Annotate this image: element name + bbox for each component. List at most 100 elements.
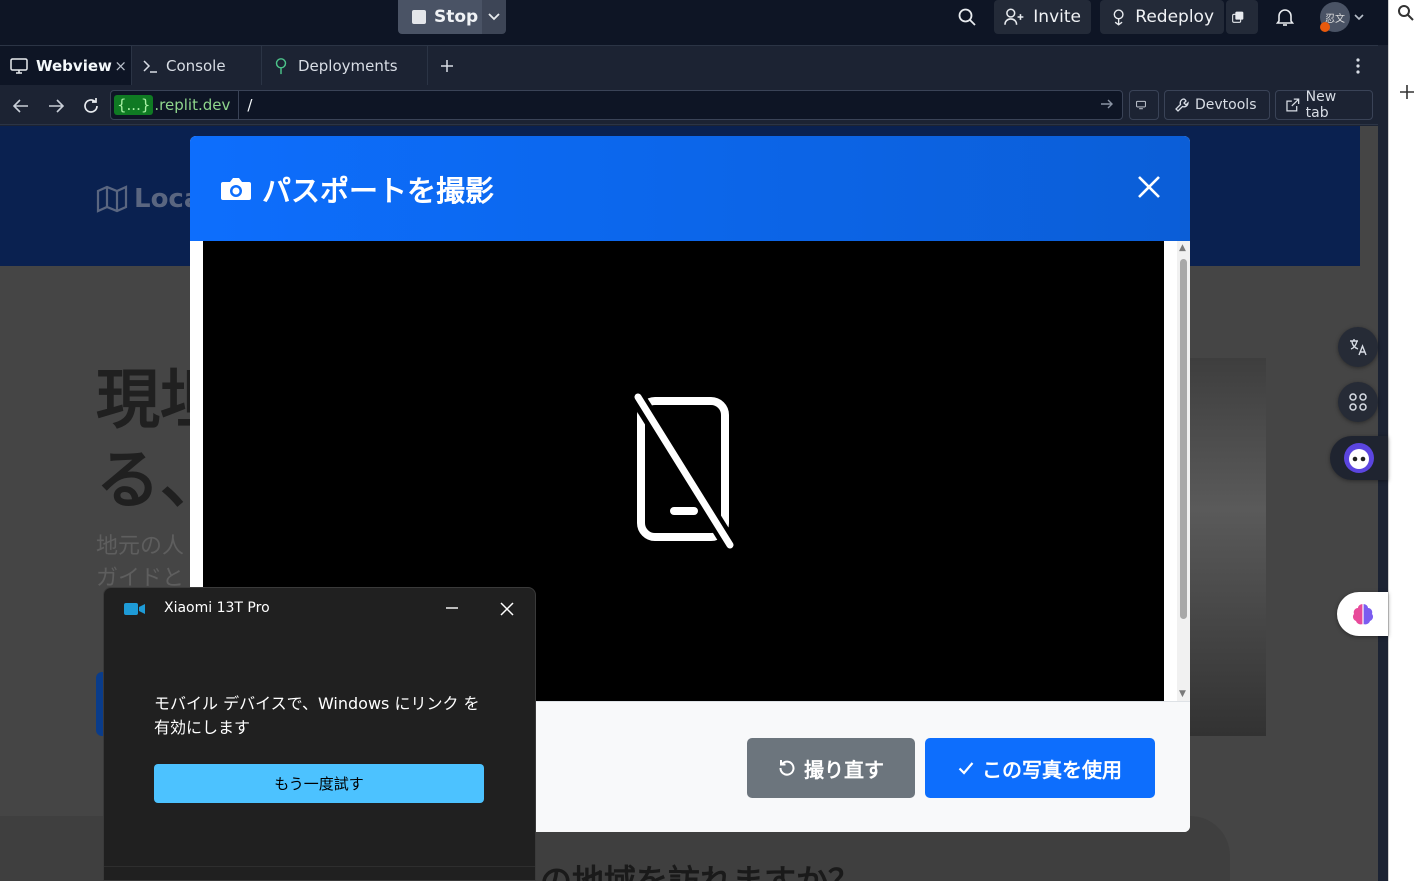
search-icon — [958, 8, 976, 26]
retry-label: もう一度試す — [274, 775, 364, 793]
search-button[interactable] — [954, 4, 980, 30]
modal-title: パスポートを撮影 — [262, 173, 495, 208]
section-heading: の地域を訪れますか？ — [540, 862, 861, 881]
forward-button[interactable] — [45, 95, 67, 117]
monitor-icon — [1136, 100, 1146, 110]
arrow-left-icon — [13, 99, 28, 113]
scroll-up-icon[interactable]: ▲ — [1179, 243, 1186, 253]
toast-message: モバイル デバイスで、Windows にリンク を有効にします — [154, 694, 480, 737]
url-host-badge: {...} — [114, 95, 154, 115]
url-host-text: .replit.dev — [154, 96, 231, 114]
avatar: 忍文 — [1320, 2, 1350, 32]
retake-button[interactable]: 撮り直す — [747, 738, 915, 798]
status-dot-icon — [1320, 22, 1330, 32]
site-logo[interactable]: Loca — [96, 184, 201, 214]
refresh-icon — [779, 760, 795, 776]
refresh-icon — [84, 98, 98, 113]
devtools-button[interactable]: Devtools — [1164, 90, 1270, 120]
url-input[interactable]: {...} .replit.dev / — [110, 90, 1123, 120]
redeploy-menu-button[interactable] — [1226, 0, 1258, 34]
invite-label: Invite — [1033, 7, 1081, 27]
new-tab-button[interactable]: New tab — [1275, 89, 1373, 121]
assistant-button[interactable] — [1330, 436, 1388, 480]
translate-icon — [1350, 339, 1367, 356]
more-vertical-icon — [1356, 58, 1360, 74]
minimize-button[interactable] — [444, 600, 460, 616]
redeploy-button[interactable]: Redeploy — [1100, 0, 1224, 34]
stop-button[interactable]: Stop — [398, 0, 482, 34]
scrollbar[interactable]: ▲ ▼ — [1177, 241, 1190, 701]
retry-button[interactable]: もう一度試す — [154, 764, 484, 803]
bell-icon — [1275, 9, 1295, 26]
no-camera-device-icon — [633, 393, 734, 549]
search-icon[interactable] — [1397, 4, 1415, 22]
hero-sub-line: 地元の人 — [96, 534, 185, 559]
url-host: {...} .replit.dev — [114, 93, 230, 117]
translate-button[interactable] — [1338, 327, 1378, 367]
hero-subtitle: 地元の人 ガイドと — [96, 531, 184, 595]
minimize-icon — [446, 607, 458, 609]
scrollbar-thumb[interactable] — [1180, 259, 1187, 619]
webview-addressbar: {...} .replit.dev / Devtools New tab — [0, 85, 1378, 125]
hero-photo — [1180, 358, 1266, 736]
arrow-right-icon — [49, 99, 64, 113]
close-icon[interactable] — [498, 600, 516, 618]
deploy-icon — [275, 58, 287, 75]
stop-label: Stop — [434, 7, 479, 27]
close-tab-icon[interactable]: × — [114, 57, 127, 75]
use-photo-button[interactable]: この写真を使用 — [925, 738, 1155, 798]
retake-label: 撮り直す — [804, 757, 884, 782]
reload-button[interactable] — [80, 95, 102, 117]
stop-dropdown-button[interactable] — [482, 0, 506, 34]
toast-device-name: Xiaomi 13T Pro — [164, 600, 270, 616]
map-icon — [96, 185, 128, 213]
modal-header: パスポートを撮影 — [190, 136, 1190, 241]
add-tab-button[interactable] — [436, 55, 458, 77]
tab-deployments[interactable]: Deployments — [262, 46, 428, 86]
use-photo-label: この写真を使用 — [982, 757, 1122, 782]
plus-icon[interactable] — [1399, 84, 1415, 100]
scroll-down-icon[interactable]: ▼ — [1179, 689, 1186, 699]
deploy-icon — [1113, 9, 1124, 26]
ai-brain-button[interactable] — [1337, 592, 1388, 636]
account-menu[interactable]: 忍文 — [1316, 2, 1368, 32]
devtools-label: Devtools — [1195, 97, 1257, 113]
add-user-icon — [1004, 8, 1024, 25]
url-separator — [238, 90, 240, 120]
notifications-button[interactable] — [1272, 4, 1298, 30]
back-button[interactable] — [10, 95, 32, 117]
plus-icon — [441, 60, 453, 72]
stop-square-icon — [412, 10, 426, 24]
close-icon[interactable] — [1136, 174, 1162, 200]
pane-tabbar: Webview × Console Deployments — [0, 45, 1378, 86]
apps-button[interactable] — [1338, 382, 1378, 422]
command-icon — [1349, 393, 1367, 411]
tab-label: Webview — [36, 57, 112, 75]
wrench-icon — [1175, 98, 1189, 112]
video-camera-icon — [124, 603, 145, 615]
tab-label: Deployments — [298, 57, 398, 75]
tab-label: Console — [166, 57, 226, 75]
brain-icon — [1352, 604, 1373, 625]
pane-menu-button[interactable] — [1347, 55, 1369, 77]
redeploy-label: Redeploy — [1135, 7, 1214, 27]
phone-link-toast: Xiaomi 13T Pro モバイル デバイスで、Windows にリンク を… — [103, 587, 536, 881]
device-preview-button[interactable] — [1129, 90, 1159, 120]
camera-icon — [221, 177, 251, 200]
stack-icon — [1232, 11, 1244, 23]
check-icon — [958, 762, 974, 775]
new-tab-label: New tab — [1305, 89, 1337, 121]
tab-webview[interactable]: Webview × — [0, 46, 132, 86]
terminal-icon — [143, 60, 157, 73]
invite-button[interactable]: Invite — [994, 0, 1091, 34]
external-link-icon — [1286, 98, 1300, 112]
browser-side-panel — [1388, 0, 1421, 881]
chevron-down-icon — [1354, 13, 1364, 20]
url-path: / — [247, 96, 253, 114]
workspace-topbar: Stop Invite Redeploy 忍文 — [0, 0, 1388, 45]
assistant-face-icon — [1344, 443, 1374, 473]
chevron-down-icon — [488, 13, 500, 21]
monitor-icon — [10, 58, 28, 74]
go-arrow-icon[interactable] — [1100, 97, 1114, 111]
tab-console[interactable]: Console — [132, 46, 262, 86]
